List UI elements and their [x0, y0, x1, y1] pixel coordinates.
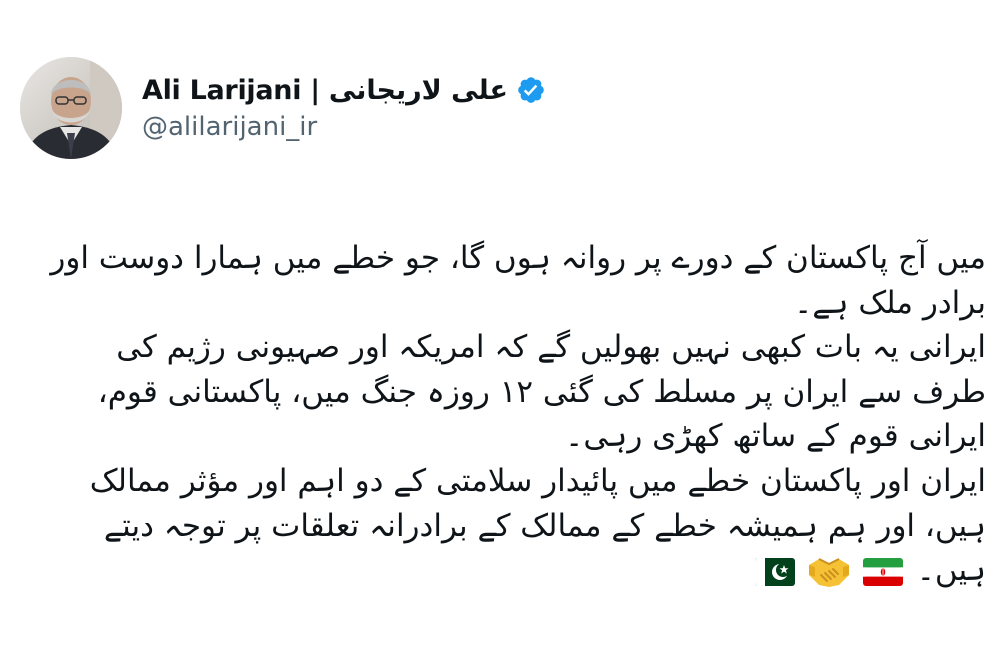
avatar[interactable] [20, 57, 122, 159]
tweet-paragraph: ایرانی یہ بات کبھی نہیں بھولیں گے کہ امر… [97, 329, 986, 455]
name-row: Ali Larijani | علی لاریجانی [142, 75, 546, 106]
emoji-group [754, 555, 903, 589]
tweet-header: Ali Larijani | علی لاریجانی @alilarijani… [20, 56, 546, 160]
tweet-paragraph: میں آج پاکستان کے دورے پر روانہ ہوں گا، … [50, 240, 986, 321]
avatar-photo [20, 57, 122, 159]
author-names: Ali Larijani | علی لاریجانی @alilarijani… [142, 75, 546, 142]
iran-flag-icon [862, 558, 903, 587]
author-handle[interactable]: @alilarijani_ir [142, 112, 546, 142]
tweet-card: Ali Larijani | علی لاریجانی @alilarijani… [0, 0, 1000, 667]
author-display-name[interactable]: Ali Larijani | علی لاریجانی [142, 75, 508, 106]
tweet-paragraph-last: ایران اور پاکستان خطے میں پائیدار سلامتی… [36, 459, 986, 593]
tweet-text: میں آج پاکستان کے دورے پر روانہ ہوں گا، … [36, 236, 986, 593]
pakistan-flag-icon [754, 558, 795, 587]
verified-badge-icon [516, 75, 546, 105]
handshake-icon [807, 555, 851, 589]
